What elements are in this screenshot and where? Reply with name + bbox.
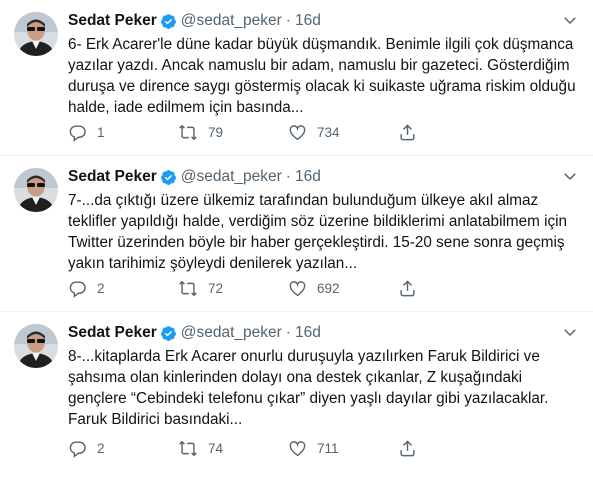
separator-dot: ·	[285, 12, 291, 29]
share-icon	[398, 439, 417, 458]
tweet-actions: 1 79 734	[68, 121, 498, 143]
tweet-header: Sedat Peker @sedat_peker · 16d	[68, 166, 579, 188]
reply-icon	[68, 279, 87, 298]
tweet-header: Sedat Peker @sedat_peker · 16d	[68, 10, 579, 32]
timestamp[interactable]: 16d	[295, 168, 321, 186]
verified-badge-icon	[160, 325, 177, 342]
author-name[interactable]: Sedat Peker	[68, 324, 157, 342]
like-icon	[288, 279, 307, 298]
retweet-button[interactable]: 72	[178, 279, 288, 298]
author-handle[interactable]: @sedat_peker	[181, 324, 282, 342]
more-icon[interactable]	[561, 323, 579, 346]
reply-count: 2	[97, 280, 105, 296]
more-icon[interactable]	[561, 167, 579, 190]
reply-button[interactable]: 2	[68, 279, 178, 298]
retweet-button[interactable]: 74	[178, 439, 288, 458]
retweet-count: 74	[208, 440, 224, 456]
reply-count: 1	[97, 124, 105, 140]
separator-dot: ·	[285, 324, 291, 341]
retweet-icon	[178, 439, 198, 458]
tweet-actions: 2 72 692	[68, 277, 498, 299]
reply-icon	[68, 439, 87, 458]
verified-badge-icon	[160, 169, 177, 186]
avatar[interactable]	[14, 324, 58, 368]
retweet-icon	[178, 123, 198, 142]
tweet-actions: 2 74 711	[68, 437, 498, 459]
reply-icon	[68, 123, 87, 142]
like-button[interactable]: 734	[288, 123, 398, 142]
like-icon	[288, 439, 307, 458]
separator-dot: ·	[285, 168, 291, 185]
tweet[interactable]: Sedat Peker @sedat_peker · 16d 8-...kita…	[0, 312, 593, 477]
like-count: 734	[317, 124, 340, 140]
reply-button[interactable]: 2	[68, 439, 178, 458]
like-icon	[288, 123, 307, 142]
like-button[interactable]: 711	[288, 439, 398, 458]
retweet-icon	[178, 279, 198, 298]
share-button[interactable]	[398, 123, 417, 142]
share-icon	[398, 123, 417, 142]
retweet-count: 72	[208, 280, 224, 296]
author-handle[interactable]: @sedat_peker	[181, 168, 282, 186]
like-count: 692	[317, 280, 340, 296]
timestamp[interactable]: 16d	[295, 324, 321, 342]
retweet-count: 79	[208, 124, 224, 140]
author-name[interactable]: Sedat Peker	[68, 168, 157, 186]
more-icon[interactable]	[561, 11, 579, 34]
tweet-feed: Sedat Peker @sedat_peker · 16d 6- Erk Ac…	[0, 0, 593, 477]
author-handle[interactable]: @sedat_peker	[181, 12, 282, 30]
tweet-text: 8-...kitaplarda Erk Acarer onurlu duruşu…	[68, 348, 549, 428]
retweet-button[interactable]: 79	[178, 123, 288, 142]
reply-count: 2	[97, 440, 105, 456]
tweet[interactable]: Sedat Peker @sedat_peker · 16d 6- Erk Ac…	[0, 0, 593, 156]
tweet-text: 7-...da çıktığı üzere ülkemiz tarafından…	[68, 192, 568, 272]
verified-badge-icon	[160, 13, 177, 30]
timestamp[interactable]: 16d	[295, 12, 321, 30]
author-name[interactable]: Sedat Peker	[68, 12, 157, 30]
like-button[interactable]: 692	[288, 279, 398, 298]
tweet-text: 6- Erk Acarer'le düne kadar büyük düşman…	[68, 36, 576, 116]
tweet-header: Sedat Peker @sedat_peker · 16d	[68, 322, 579, 344]
reply-button[interactable]: 1	[68, 123, 178, 142]
share-icon	[398, 279, 417, 298]
share-button[interactable]	[398, 439, 417, 458]
avatar[interactable]	[14, 12, 58, 56]
share-button[interactable]	[398, 279, 417, 298]
avatar[interactable]	[14, 168, 58, 212]
tweet[interactable]: Sedat Peker @sedat_peker · 16d 7-...da ç…	[0, 156, 593, 312]
like-count: 711	[317, 440, 339, 456]
